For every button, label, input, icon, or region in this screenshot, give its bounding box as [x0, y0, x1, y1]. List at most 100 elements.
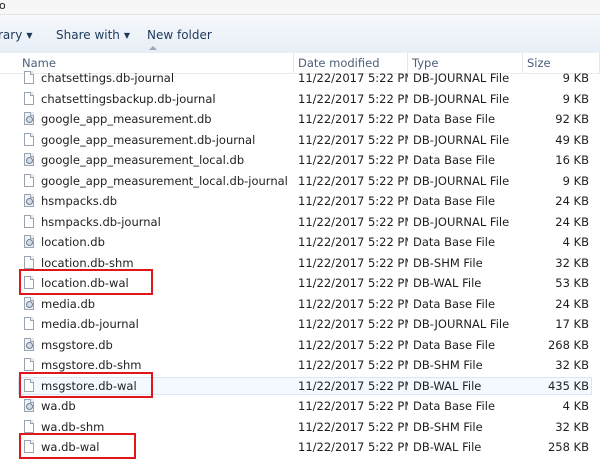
new-folder-button[interactable]: New folder	[147, 26, 212, 44]
database-file-icon	[24, 235, 35, 249]
blank-file-icon	[24, 358, 35, 372]
file-size: 16 KB	[555, 153, 589, 167]
file-date-modified: 11/22/2017 5:22 PM	[298, 255, 408, 270]
file-type: DB-JOURNAL File	[413, 214, 510, 229]
file-date-modified: 11/22/2017 5:22 PM	[298, 317, 408, 331]
file-type: DB-JOURNAL File	[413, 91, 510, 106]
file-row[interactable]: hsmpacks.db-journal 11/22/2017 5:22 PM DB-…	[0, 212, 600, 233]
file-name: msgstore.db	[41, 337, 113, 352]
file-row[interactable]: location.db-shm 11/22/2017 5:22 PM DB-SHM …	[0, 253, 600, 274]
window-title-strip: o	[0, 0, 600, 15]
file-row[interactable]: google_app_measurement_local.db-journal 1…	[0, 171, 600, 192]
file-type: DB-JOURNAL File	[413, 173, 510, 188]
blank-file-icon	[24, 255, 35, 270]
blank-file-icon-shape	[24, 419, 34, 433]
file-row[interactable]: location.db 11/22/2017 5:22 PM Data Base F…	[0, 232, 600, 253]
file-row[interactable]: media.db-journal 11/22/2017 5:22 PM DB-JOU…	[0, 314, 600, 335]
database-file-icon-shape	[24, 112, 34, 125]
file-row[interactable]: hsmpacks.db 11/22/2017 5:22 PM Data Base F…	[0, 191, 600, 212]
file-name: wa.db	[41, 399, 76, 413]
file-size: 32 KB	[555, 255, 589, 270]
file-row[interactable]: wa.db-shm 11/22/2017 5:22 PM DB-SHM File 32…	[0, 417, 600, 438]
file-name: media.db-journal	[41, 317, 139, 331]
file-size: 268 KB	[547, 337, 589, 352]
file-name: google_app_measurement.db-journal	[41, 132, 256, 147]
file-type: DB-SHM File	[413, 255, 483, 270]
window-title-fragment: o	[0, 0, 6, 12]
file-type: Data Base File	[413, 194, 496, 208]
file-size: 4 KB	[562, 399, 589, 413]
file-type: DB-JOURNAL File	[413, 132, 510, 147]
blank-file-icon	[24, 71, 35, 85]
file-row[interactable]: location.db-wal 11/22/2017 5:22 PM DB-WAL …	[0, 269, 600, 295]
database-file-icon	[24, 399, 35, 413]
file-type: DB-WAL File	[413, 378, 482, 393]
file-type: DB-SHM File	[413, 419, 483, 434]
blank-file-icon-shape	[24, 214, 34, 228]
file-date-modified: 11/22/2017 5:22 PM	[298, 71, 408, 85]
file-date-modified: 11/22/2017 5:22 PM	[298, 296, 408, 311]
file-date-modified: 11/22/2017 5:22 PM	[298, 214, 408, 229]
file-type: DB-WAL File	[413, 440, 482, 454]
file-row[interactable]: msgstore.db-shm 11/22/2017 5:22 PM DB-SHM …	[0, 355, 600, 376]
file-size: 24 KB	[555, 194, 589, 208]
blank-file-icon-shape	[24, 440, 34, 453]
file-row[interactable]: chatsettings.db-journal 11/22/2017 5:22 P…	[0, 68, 600, 89]
blank-file-icon	[24, 276, 35, 290]
include-in-library-button[interactable]: rary ▼	[0, 26, 32, 44]
file-row[interactable]: google_app_measurement.db 11/22/2017 5:22…	[0, 109, 600, 130]
file-row[interactable]: google_app_measurement.db-journal 11/22/2…	[0, 130, 600, 151]
file-size: 92 KB	[555, 112, 589, 126]
file-row[interactable]: msgstore.db 11/22/2017 5:22 PM Data Base F…	[0, 335, 600, 356]
file-name: wa.db-wal	[41, 440, 100, 454]
file-name: wa.db-shm	[41, 419, 105, 434]
database-file-icon-shape	[24, 296, 34, 310]
file-type: DB-JOURNAL File	[413, 71, 510, 85]
blank-file-icon	[24, 317, 35, 331]
file-type: Data Base File	[413, 296, 496, 311]
file-date-modified: 11/22/2017 5:22 PM	[298, 378, 408, 393]
file-size: 258 KB	[547, 440, 589, 454]
file-size: 4 KB	[562, 235, 589, 249]
file-row[interactable]: wa.db-wal 11/22/2017 5:22 PM DB-WAL File 25…	[0, 433, 600, 459]
file-row[interactable]: media.db 11/22/2017 5:22 PM Data Base File…	[0, 294, 600, 315]
database-file-icon	[24, 153, 35, 167]
file-date-modified: 11/22/2017 5:22 PM	[298, 358, 408, 372]
file-name: chatsettings.db-journal	[41, 71, 175, 85]
file-row[interactable]: chatsettingsbackup.db-journal 11/22/2017 …	[0, 89, 600, 110]
file-type: DB-WAL File	[413, 276, 482, 290]
file-date-modified: 11/22/2017 5:22 PM	[298, 153, 408, 167]
file-name: location.db-wal	[41, 276, 129, 290]
file-type: DB-SHM File	[413, 358, 483, 372]
file-size: 32 KB	[555, 358, 589, 372]
blank-file-icon-shape	[24, 276, 34, 289]
file-type: Data Base File	[413, 235, 496, 249]
include-in-library-label: rary	[0, 28, 23, 42]
file-name: hsmpacks.db-journal	[41, 214, 161, 229]
file-date-modified: 11/22/2017 5:22 PM	[298, 112, 408, 126]
blank-file-icon-shape	[24, 317, 34, 330]
file-date-modified: 11/22/2017 5:22 PM	[298, 276, 408, 290]
database-file-icon	[24, 296, 35, 311]
share-with-button[interactable]: Share with ▼	[56, 26, 130, 44]
file-row[interactable]: wa.db 11/22/2017 5:22 PM Data Base File 4 K…	[0, 396, 600, 417]
file-row[interactable]: msgstore.db-wal 11/22/2017 5:22 PM DB-WAL …	[0, 371, 600, 398]
file-size: 24 KB	[555, 296, 589, 311]
database-file-icon-shape	[24, 399, 34, 412]
file-type: Data Base File	[413, 337, 496, 352]
database-file-icon-shape	[24, 235, 34, 248]
file-type: DB-JOURNAL File	[413, 317, 510, 331]
file-name: hsmpacks.db	[41, 194, 118, 208]
file-date-modified: 11/22/2017 5:22 PM	[298, 91, 408, 106]
file-name: media.db	[41, 296, 96, 311]
blank-file-icon-shape	[24, 71, 34, 84]
database-file-icon	[24, 112, 35, 126]
file-size: 9 KB	[562, 91, 589, 106]
command-toolbar: rary ▼ Share with ▼ New folder	[0, 15, 600, 54]
file-row[interactable]: google_app_measurement_local.db 11/22/201…	[0, 150, 600, 171]
file-size: 32 KB	[555, 419, 589, 434]
file-size: 9 KB	[562, 71, 589, 85]
blank-file-icon	[24, 214, 35, 229]
blank-file-icon	[24, 91, 35, 106]
blank-file-icon-shape	[24, 378, 34, 392]
